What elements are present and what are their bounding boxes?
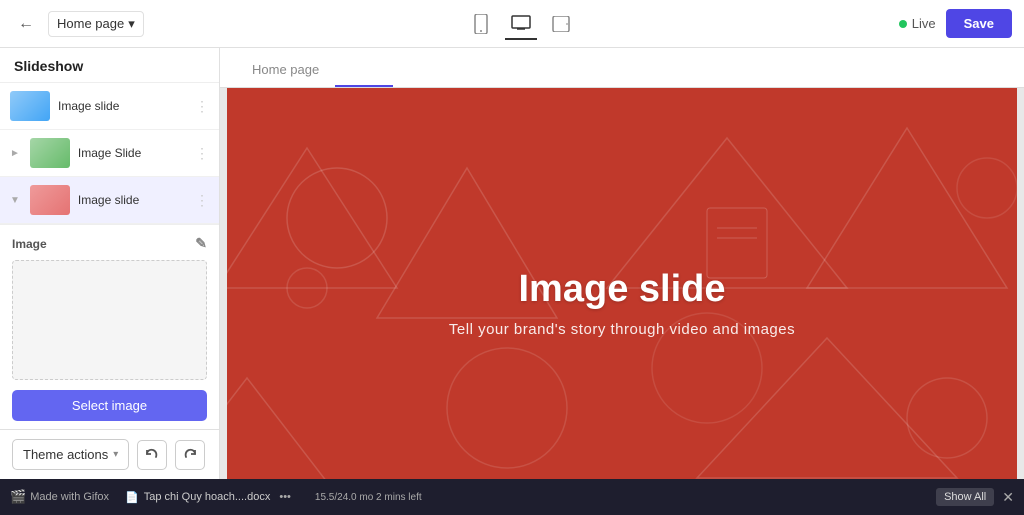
- show-all-button[interactable]: Show All: [936, 488, 994, 506]
- slide-thumbnail: [30, 185, 70, 215]
- drag-handle-icon[interactable]: ⋮: [195, 145, 209, 162]
- sidebar-header: Slideshow: [0, 48, 219, 83]
- select-image-button[interactable]: Select image: [12, 390, 207, 421]
- live-indicator: Live: [899, 16, 936, 31]
- slideshow-canvas: Image slide Tell your brand's story thro…: [227, 88, 1017, 479]
- taskbar: 🎬 Made with Gifox 📄 Tap chi Quy hoach...…: [0, 479, 1024, 515]
- slide-item[interactable]: Image slide ⋮: [0, 83, 219, 130]
- drag-handle-icon[interactable]: ⋮: [195, 98, 209, 115]
- more-icon[interactable]: •••: [279, 491, 291, 503]
- image-section-label: Image ✎: [12, 235, 207, 252]
- live-dot: [899, 20, 907, 28]
- theme-actions-button[interactable]: Theme actions ▾: [12, 439, 129, 470]
- page-dropdown[interactable]: Home page ▾: [48, 11, 144, 37]
- image-placeholder: [12, 260, 207, 380]
- slide-label: Image slide: [78, 193, 187, 207]
- slide-item[interactable]: ► Image Slide ⋮: [0, 130, 219, 177]
- image-section: Image ✎ Select image Explore free images…: [0, 225, 219, 429]
- slide-thumbnail: [10, 91, 50, 121]
- undo-button[interactable]: [137, 440, 167, 470]
- slide-item-active[interactable]: ▼ Image slide ⋮: [0, 177, 219, 224]
- file-icon: 📄: [125, 491, 139, 504]
- slide-subtitle: Tell your brand's story through video an…: [449, 321, 795, 338]
- tablet-view-button[interactable]: [545, 8, 577, 40]
- slide-label: Image Slide: [78, 146, 187, 160]
- taskbar-time: 15.5/24.0 mo 2 mins left: [307, 490, 430, 505]
- live-label: Live: [912, 16, 936, 31]
- theme-actions-label: Theme actions: [23, 447, 108, 462]
- gifox-icon: 🎬: [10, 489, 26, 505]
- canvas-tabs: Home page: [220, 48, 1024, 88]
- taskbar-file-item[interactable]: 📄 Tap chi Quy hoach....docx •••: [117, 489, 299, 506]
- mobile-view-button[interactable]: [465, 8, 497, 40]
- slide-thumbnail: [30, 138, 70, 168]
- file-label: Tap chi Quy hoach....docx: [144, 491, 271, 503]
- tab-home-page[interactable]: Home page: [236, 62, 335, 87]
- topbar-right: Live Save: [899, 9, 1012, 38]
- close-taskbar-button[interactable]: ✕: [1002, 489, 1014, 506]
- canvas-area: Home page: [220, 48, 1024, 479]
- save-button[interactable]: Save: [946, 9, 1012, 38]
- drag-handle-icon[interactable]: ⋮: [195, 192, 209, 209]
- slide-title: Image slide: [449, 268, 795, 311]
- taskbar-right: Show All ✕: [936, 488, 1014, 506]
- canvas-wrapper: Image slide Tell your brand's story thro…: [220, 88, 1024, 479]
- main-layout: Slideshow Image slide ⋮ ► Image Slide ⋮: [0, 48, 1024, 479]
- redo-button[interactable]: [175, 440, 205, 470]
- cursor-icon: ✎: [195, 235, 207, 252]
- gifox-label: Made with Gifox: [30, 491, 109, 503]
- desktop-view-button[interactable]: [505, 8, 537, 40]
- gifox-item: 🎬 Made with Gifox: [10, 489, 109, 505]
- topbar: ← Home page ▾ Live Save: [0, 0, 1024, 48]
- tab-active[interactable]: [335, 62, 392, 87]
- time-label: 15.5/24.0 mo 2 mins left: [315, 492, 422, 503]
- chevron-down-icon: ▾: [128, 16, 135, 32]
- expand-icon[interactable]: ▼: [10, 195, 20, 206]
- back-button[interactable]: ←: [12, 10, 40, 38]
- sidebar-bottom-bar: Theme actions ▾: [0, 429, 219, 479]
- chevron-down-icon: ▾: [113, 449, 118, 460]
- slide-label: Image slide: [58, 99, 187, 113]
- device-switcher: [154, 8, 889, 40]
- sidebar: Slideshow Image slide ⋮ ► Image Slide ⋮: [0, 48, 220, 479]
- topbar-left: ← Home page ▾: [12, 10, 144, 38]
- page-label: Home page: [57, 16, 124, 31]
- sidebar-title: Slideshow: [14, 58, 83, 74]
- slide-content: Image slide Tell your brand's story thro…: [449, 268, 795, 338]
- slide-list: Image slide ⋮ ► Image Slide ⋮ ▼ Image sl…: [0, 83, 219, 225]
- expand-icon[interactable]: ►: [10, 148, 20, 159]
